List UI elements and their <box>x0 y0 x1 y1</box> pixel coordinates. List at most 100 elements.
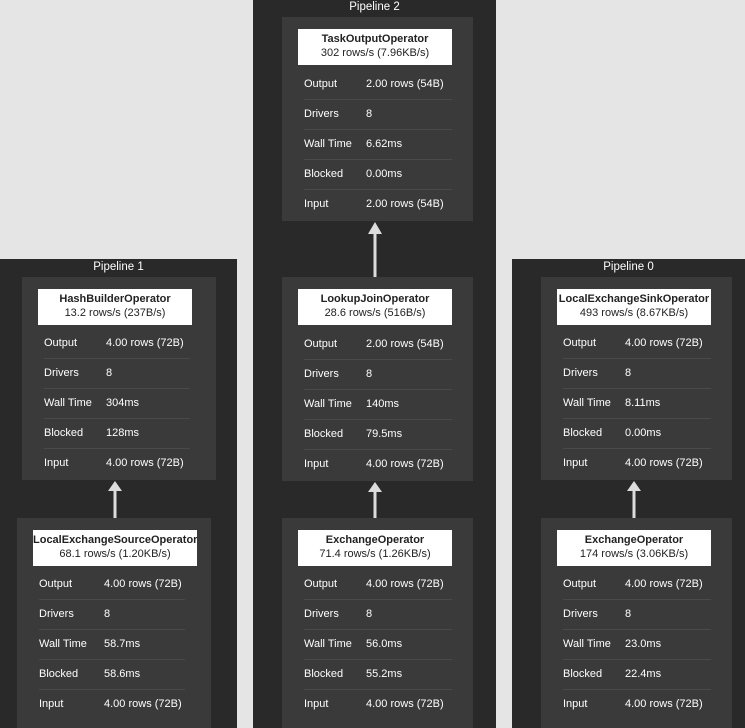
stat-value: 8 <box>106 367 113 379</box>
stat-value: 2.00 rows (54B) <box>366 78 444 90</box>
operator-name: LocalExchangeSinkOperator <box>558 293 710 305</box>
stat-label: Wall Time <box>563 397 611 409</box>
stat-row-drivers: Drivers 8 <box>304 100 452 130</box>
stat-row-blocked: Blocked 0.00ms <box>304 160 452 190</box>
stat-row-drivers: Drivers 8 <box>304 600 452 630</box>
stat-row-blocked: Blocked 22.4ms <box>563 660 711 690</box>
stat-value: 8 <box>104 608 111 620</box>
stat-value: 4.00 rows (72B) <box>625 578 703 590</box>
operator-name: TaskOutputOperator <box>321 33 429 45</box>
operator-header: LocalExchangeSourceOperator 68.1 rows/s … <box>33 530 197 566</box>
stat-label: Blocked <box>563 668 603 680</box>
operator-header: HashBuilderOperator 13.2 rows/s (237B/s) <box>38 289 192 325</box>
stat-label: Wall Time <box>304 398 352 410</box>
stat-value: 8 <box>625 367 632 379</box>
operator-name: HashBuilderOperator <box>59 293 171 305</box>
stat-label: Output <box>39 578 73 590</box>
flow-arrow-icon <box>368 222 382 278</box>
stat-label: Drivers <box>563 608 598 620</box>
stat-label: Blocked <box>304 168 344 180</box>
stat-value: 4.00 rows (72B) <box>366 578 444 590</box>
flow-arrow-icon <box>627 481 641 519</box>
stat-label: Blocked <box>304 668 344 680</box>
stat-label: Wall Time <box>44 397 92 409</box>
stat-label: Input <box>39 698 64 710</box>
stat-row-drivers: Drivers 8 <box>563 359 711 389</box>
stat-label: Input <box>304 458 329 470</box>
flow-arrow-icon <box>368 482 382 520</box>
stat-value: 4.00 rows (72B) <box>106 337 184 349</box>
stat-label: Input <box>44 457 69 469</box>
stat-value: 4.00 rows (72B) <box>625 698 703 710</box>
operator-task-output[interactable]: TaskOutputOperator 302 rows/s (7.96KB/s)… <box>282 17 473 221</box>
stat-row-output: Output 4.00 rows (72B) <box>44 329 190 359</box>
operator-name: ExchangeOperator <box>325 534 425 546</box>
stat-value: 4.00 rows (72B) <box>104 578 182 590</box>
stat-row-drivers: Drivers 8 <box>304 360 452 390</box>
stat-row-output: Output 4.00 rows (72B) <box>39 570 185 600</box>
stat-value: 0.00ms <box>366 168 403 180</box>
stat-value: 79.5ms <box>366 428 403 440</box>
operator-stats: Output 4.00 rows (72B) Drivers 8 Wall Time… <box>44 329 190 478</box>
stat-row-wall-time: Wall Time 8.11ms <box>563 389 711 419</box>
stat-row-output: Output 2.00 rows (54B) <box>304 70 452 100</box>
stat-row-drivers: Drivers 8 <box>39 600 185 630</box>
stat-label: Blocked <box>44 427 84 439</box>
pipeline-title: Pipeline 0 <box>603 261 654 273</box>
operator-header: ExchangeOperator 174 rows/s (3.06KB/s) <box>557 530 711 566</box>
stat-label: Wall Time <box>304 138 352 150</box>
stat-row-input: Input 4.00 rows (72B) <box>304 690 452 719</box>
operator-header: TaskOutputOperator 302 rows/s (7.96KB/s) <box>298 29 452 65</box>
stat-row-input: Input 4.00 rows (72B) <box>304 450 452 479</box>
stat-row-input: Input 4.00 rows (72B) <box>39 690 185 719</box>
stat-row-blocked: Blocked 79.5ms <box>304 420 452 450</box>
operator-hash-builder[interactable]: HashBuilderOperator 13.2 rows/s (237B/s)… <box>22 277 216 480</box>
stat-row-blocked: Blocked 128ms <box>44 419 190 449</box>
stat-row-blocked: Blocked 58.6ms <box>39 660 185 690</box>
stat-value: 6.62ms <box>366 138 403 150</box>
stat-row-blocked: Blocked 55.2ms <box>304 660 452 690</box>
operator-exchange[interactable]: ExchangeOperator 71.4 rows/s (1.26KB/s) … <box>282 518 473 728</box>
stat-row-input: Input 4.00 rows (72B) <box>44 449 190 478</box>
operator-rate: 13.2 rows/s (237B/s) <box>64 307 166 319</box>
operator-local-exchange-sink[interactable]: LocalExchangeSinkOperator 493 rows/s (8.… <box>541 277 732 480</box>
stat-row-output: Output 4.00 rows (72B) <box>304 570 452 600</box>
operator-rate: 174 rows/s (3.06KB/s) <box>579 548 689 560</box>
stat-label: Input <box>304 198 329 210</box>
stat-label: Output <box>44 337 78 349</box>
stat-label: Output <box>304 338 338 350</box>
stat-value: 8 <box>625 608 632 620</box>
stat-row-wall-time: Wall Time 23.0ms <box>563 630 711 660</box>
stat-label: Drivers <box>563 367 598 379</box>
operator-stats: Output 4.00 rows (72B) Drivers 8 Wall Time… <box>304 570 452 719</box>
operator-exchange[interactable]: ExchangeOperator 174 rows/s (3.06KB/s) O… <box>541 518 732 728</box>
stat-value: 4.00 rows (72B) <box>625 457 703 469</box>
stat-value: 140ms <box>366 398 400 410</box>
operator-local-exchange-source[interactable]: LocalExchangeSourceOperator 68.1 rows/s … <box>17 518 211 728</box>
stat-row-wall-time: Wall Time 58.7ms <box>39 630 185 660</box>
operator-stats: Output 2.00 rows (54B) Drivers 8 Wall Time… <box>304 70 452 219</box>
flow-arrow-icon <box>108 481 122 519</box>
stat-value: 23.0ms <box>625 638 662 650</box>
stat-value: 58.7ms <box>104 638 141 650</box>
pipeline-2: Pipeline 2 TaskOutputOperator 302 rows/s… <box>253 0 496 728</box>
pipeline-1: Pipeline 1 HashBuilderOperator 13.2 rows… <box>0 259 237 728</box>
stat-label: Drivers <box>44 367 79 379</box>
operator-rate: 493 rows/s (8.67KB/s) <box>579 307 689 319</box>
stat-label: Drivers <box>304 108 339 120</box>
stat-label: Wall Time <box>304 638 352 650</box>
stat-label: Blocked <box>304 428 344 440</box>
operator-name: LookupJoinOperator <box>320 293 430 305</box>
operator-name: LocalExchangeSourceOperator <box>33 534 198 546</box>
stat-label: Output <box>304 578 338 590</box>
operator-stats: Output 4.00 rows (72B) Drivers 8 Wall Time… <box>563 570 711 719</box>
stat-row-output: Output 4.00 rows (72B) <box>563 570 711 600</box>
stat-value: 4.00 rows (72B) <box>104 698 182 710</box>
stat-row-wall-time: Wall Time 6.62ms <box>304 130 452 160</box>
stat-value: 55.2ms <box>366 668 403 680</box>
pipeline-title: Pipeline 2 <box>349 1 400 13</box>
stat-row-input: Input 4.00 rows (72B) <box>563 449 711 478</box>
operator-name: ExchangeOperator <box>584 534 684 546</box>
operator-lookup-join[interactable]: LookupJoinOperator 28.6 rows/s (516B/s) … <box>282 277 473 481</box>
stat-label: Blocked <box>563 427 603 439</box>
